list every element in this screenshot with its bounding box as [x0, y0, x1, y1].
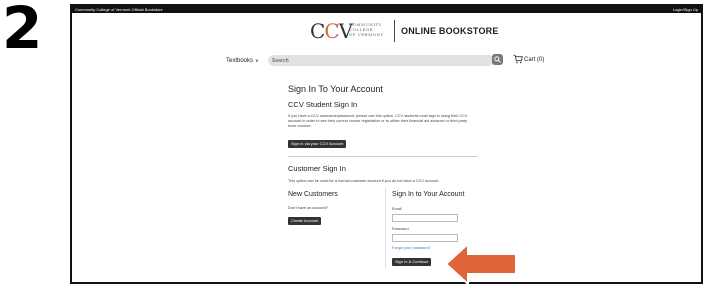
college-line-3: OF VERMONT: [349, 32, 384, 37]
new-customers-text: Don't have an account?: [288, 206, 328, 210]
create-account-button[interactable]: Create Account: [288, 217, 322, 225]
password-field[interactable]: [392, 234, 458, 242]
new-customers-heading: New Customers: [288, 191, 338, 198]
email-label: Email: [392, 207, 402, 211]
cart-icon[interactable]: [513, 54, 523, 64]
search-icon: [494, 56, 501, 63]
column-divider: [385, 188, 386, 268]
textbooks-label: Textbooks: [226, 58, 254, 64]
store-name: ONLINE BOOKSTORE: [401, 26, 499, 36]
top-bar: Community College of Vermont Official Bo…: [72, 6, 701, 13]
ccv-signin-button[interactable]: Sign In via your CCV Account: [288, 140, 347, 148]
pointer-arrow-icon: [444, 242, 517, 286]
ccv-signin-description: If you have a CCV username/password, ple…: [288, 114, 468, 128]
college-name: COMMUNITY COLLEGE OF VERMONT: [349, 22, 387, 37]
ccv-signin-heading: CCV Student Sign In: [288, 100, 358, 109]
logo-mark-c2: C: [324, 19, 339, 43]
account-signin-heading: Sign In to Your Account: [392, 191, 465, 198]
textbooks-menu[interactable]: Textbooks ∨: [226, 56, 259, 66]
sign-in-continue-button[interactable]: Sign In & Continue: [392, 258, 432, 266]
logo-divider: [394, 20, 395, 42]
password-label: Password: [392, 227, 409, 231]
search-input[interactable]: [272, 55, 472, 66]
email-field[interactable]: [392, 214, 458, 222]
ccv-logo-mark: CCV: [310, 19, 353, 43]
store-tagline: Community College of Vermont Official Bo…: [75, 7, 163, 12]
step-number: 2: [2, 0, 43, 62]
section-divider: [288, 156, 478, 157]
forgot-password-link[interactable]: Forgot your password?: [392, 246, 431, 250]
login-signup-link[interactable]: Login/Sign Up: [673, 6, 698, 13]
cart-link[interactable]: Cart (0): [524, 56, 544, 65]
page-title: Sign In To Your Account: [288, 84, 383, 94]
search-bar: [268, 55, 494, 66]
customer-signin-description: This option can be used for a normal cus…: [288, 179, 440, 183]
logo-mark-c1: C: [310, 19, 325, 43]
chevron-down-icon: ∨: [255, 58, 259, 64]
customer-signin-heading: Customer Sign In: [288, 164, 346, 173]
search-button[interactable]: [492, 54, 503, 65]
screenshot-frame: Community College of Vermont Official Bo…: [70, 4, 703, 284]
